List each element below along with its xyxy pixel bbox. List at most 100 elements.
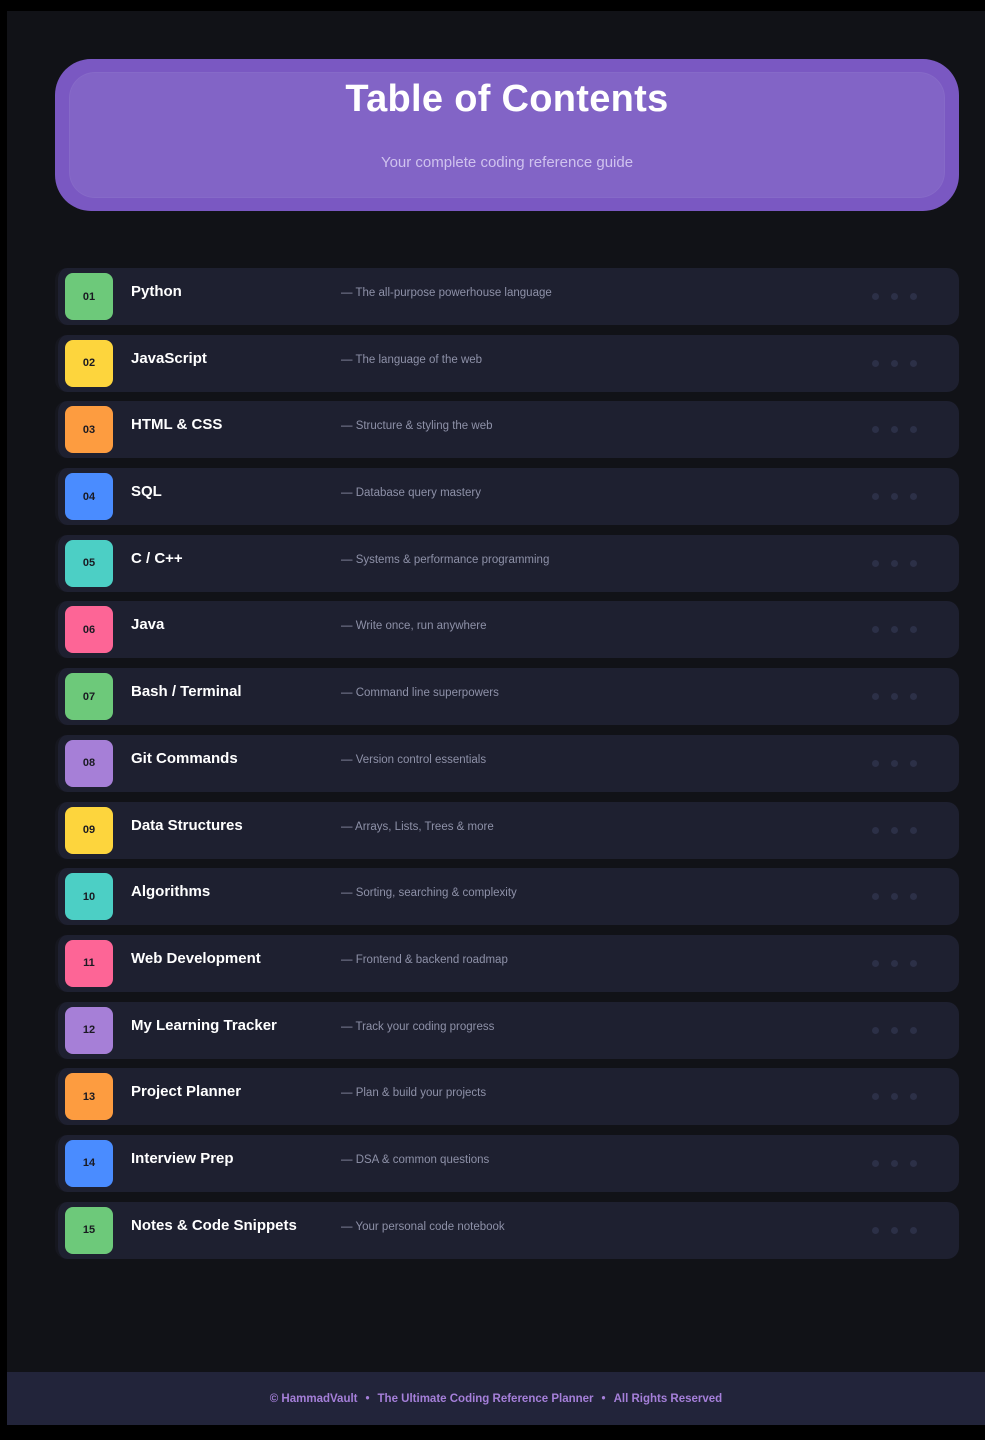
- section-title: Data Structures: [131, 816, 243, 834]
- toc-row-05[interactable]: 05 C / C++ — Systems & performance progr…: [55, 534, 959, 592]
- dot: [872, 1226, 879, 1234]
- dot: [872, 759, 879, 767]
- toc-row-15[interactable]: 15 Notes & Code Snippets — Your personal…: [55, 1201, 959, 1259]
- section-title: Git Commands: [131, 749, 238, 767]
- toc-list: 01 Python — The all-purpose powerhouse l…: [55, 268, 959, 1268]
- more-dots-icon: [872, 959, 917, 967]
- section-number-badge: 06: [65, 606, 113, 654]
- section-number-badge: 04: [65, 473, 113, 521]
- more-dots-icon: [872, 759, 917, 767]
- toc-row-07[interactable]: 07 Bash / Terminal — Command line superp…: [55, 668, 959, 726]
- section-title: Algorithms: [131, 883, 211, 901]
- dot: [872, 426, 879, 434]
- toc-row-06[interactable]: 06 Java — Write once, run anywhere: [55, 601, 959, 659]
- dot: [891, 293, 898, 300]
- dot: [910, 693, 917, 701]
- section-description: — Frontend & backend roadmap: [341, 953, 508, 966]
- dot: [872, 826, 879, 834]
- dot: [891, 1159, 898, 1167]
- section-description: — Structure & styling the web: [341, 420, 493, 433]
- toc-row-08[interactable]: 08 Git Commands — Version control essent…: [55, 734, 959, 792]
- dot: [872, 293, 879, 300]
- more-dots-icon: [872, 493, 917, 501]
- section-title: JavaScript: [131, 349, 207, 367]
- section-title: SQL: [131, 483, 162, 501]
- section-number-badge: 10: [65, 873, 113, 921]
- section-number-badge: 03: [65, 406, 113, 454]
- section-description: — Version control essentials: [341, 753, 487, 766]
- dot: [910, 1026, 917, 1034]
- section-description: — Database query mastery: [341, 487, 481, 500]
- toc-row-01[interactable]: 01 Python — The all-purpose powerhouse l…: [55, 268, 959, 325]
- dot: [872, 1159, 879, 1167]
- section-number-badge: 02: [65, 339, 113, 387]
- toc-row-10[interactable]: 10 Algorithms — Sorting, searching & com…: [55, 868, 959, 926]
- section-description: — Track your coding progress: [341, 1020, 495, 1033]
- dot: [891, 693, 898, 701]
- toc-row-14[interactable]: 14 Interview Prep — DSA & common questio…: [55, 1134, 959, 1192]
- dot: [872, 1093, 879, 1101]
- dot: [891, 359, 898, 367]
- section-number-badge: 14: [65, 1139, 113, 1187]
- dot: [872, 959, 879, 967]
- toc-row-11[interactable]: 11 Web Development — Frontend & backend …: [55, 934, 959, 992]
- more-dots-icon: [872, 426, 917, 434]
- dot: [891, 959, 898, 967]
- dot: [910, 359, 917, 367]
- footer-rights: All Rights Reserved: [613, 1392, 723, 1405]
- footer: © HammadVault • The Ultimate Coding Refe…: [7, 1372, 985, 1425]
- toc-row-04[interactable]: 04 SQL — Database query mastery: [55, 468, 959, 526]
- section-number-badge: 01: [65, 273, 113, 320]
- dot: [910, 1226, 917, 1234]
- section-number-badge: 09: [65, 806, 113, 854]
- dot: [872, 693, 879, 701]
- dot: [872, 1026, 879, 1034]
- more-dots-icon: [872, 1159, 917, 1167]
- toc-row-09[interactable]: 09 Data Structures — Arrays, Lists, Tree…: [55, 801, 959, 859]
- toc-row-12[interactable]: 12 My Learning Tracker — Track your codi…: [55, 1001, 959, 1059]
- dot: [891, 559, 898, 567]
- more-dots-icon: [872, 693, 917, 701]
- section-number-badge: 07: [65, 673, 113, 721]
- dot: [891, 426, 898, 434]
- footer-separator: •: [601, 1392, 606, 1405]
- section-description: — DSA & common questions: [341, 1153, 490, 1166]
- section-title: Java: [131, 616, 165, 634]
- dot: [872, 359, 879, 367]
- toc-row-03[interactable]: 03 HTML & CSS — Structure & styling the …: [55, 401, 959, 459]
- dot: [891, 1093, 898, 1101]
- page: Table of Contents Your complete coding r…: [7, 11, 985, 1425]
- section-number-badge: 12: [65, 1006, 113, 1054]
- more-dots-icon: [872, 293, 917, 300]
- dot: [910, 1093, 917, 1101]
- section-description: — Arrays, Lists, Trees & more: [341, 820, 494, 833]
- more-dots-icon: [872, 1226, 917, 1234]
- toc-row-13[interactable]: 13 Project Planner — Plan & build your p…: [55, 1068, 959, 1126]
- more-dots-icon: [872, 826, 917, 834]
- more-dots-icon: [872, 1026, 917, 1034]
- section-title: HTML & CSS: [131, 416, 223, 434]
- dot: [891, 893, 898, 901]
- page-subtitle: Your complete coding reference guide: [380, 154, 634, 171]
- section-title: Python: [131, 283, 182, 300]
- dot: [891, 626, 898, 634]
- dot: [910, 826, 917, 834]
- section-title: C / C++: [131, 549, 183, 567]
- page-title: Table of Contents: [345, 78, 669, 120]
- header-banner: Table of Contents Your complete coding r…: [55, 59, 959, 211]
- dot: [891, 1226, 898, 1234]
- more-dots-icon: [872, 359, 917, 367]
- dot: [910, 493, 917, 501]
- dot: [910, 626, 917, 634]
- dot: [872, 493, 879, 501]
- section-title: Web Development: [131, 949, 261, 967]
- section-title: Project Planner: [131, 1083, 242, 1101]
- dot: [910, 959, 917, 967]
- section-title: My Learning Tracker: [131, 1016, 277, 1034]
- section-title: Interview Prep: [131, 1149, 234, 1167]
- section-number-badge: 13: [65, 1073, 113, 1121]
- dot: [891, 826, 898, 834]
- section-number-badge: 05: [65, 539, 113, 587]
- toc-row-02[interactable]: 02 JavaScript — The language of the web: [55, 334, 959, 392]
- section-description: — Systems & performance programming: [341, 553, 550, 566]
